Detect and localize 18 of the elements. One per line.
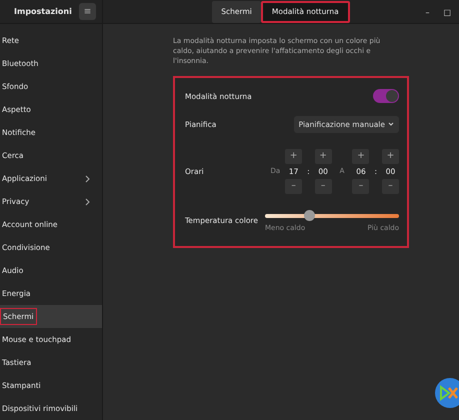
chevron-right-icon [85, 198, 90, 206]
decrement-button[interactable]: – [314, 178, 332, 194]
increment-button[interactable]: + [314, 148, 332, 164]
minimize-button[interactable]: – [425, 8, 430, 17]
app-logo-icon[interactable] [435, 378, 459, 408]
increment-button[interactable]: + [382, 148, 399, 164]
window-title: Impostazioni [14, 7, 72, 16]
slider-thumb[interactable] [304, 210, 316, 221]
increment-button[interactable]: + [285, 148, 302, 164]
decrement-button[interactable]: – [352, 178, 370, 194]
menu-button[interactable]: ≡ [79, 3, 96, 20]
decrement-button[interactable]: – [382, 178, 399, 194]
toggle-switch[interactable] [373, 89, 399, 103]
chevron-right-icon [85, 174, 90, 182]
increment-button[interactable]: + [352, 148, 370, 164]
maximize-button[interactable]: □ [443, 8, 451, 17]
chevron-down-icon [388, 122, 394, 126]
decrement-button[interactable]: – [285, 178, 302, 194]
